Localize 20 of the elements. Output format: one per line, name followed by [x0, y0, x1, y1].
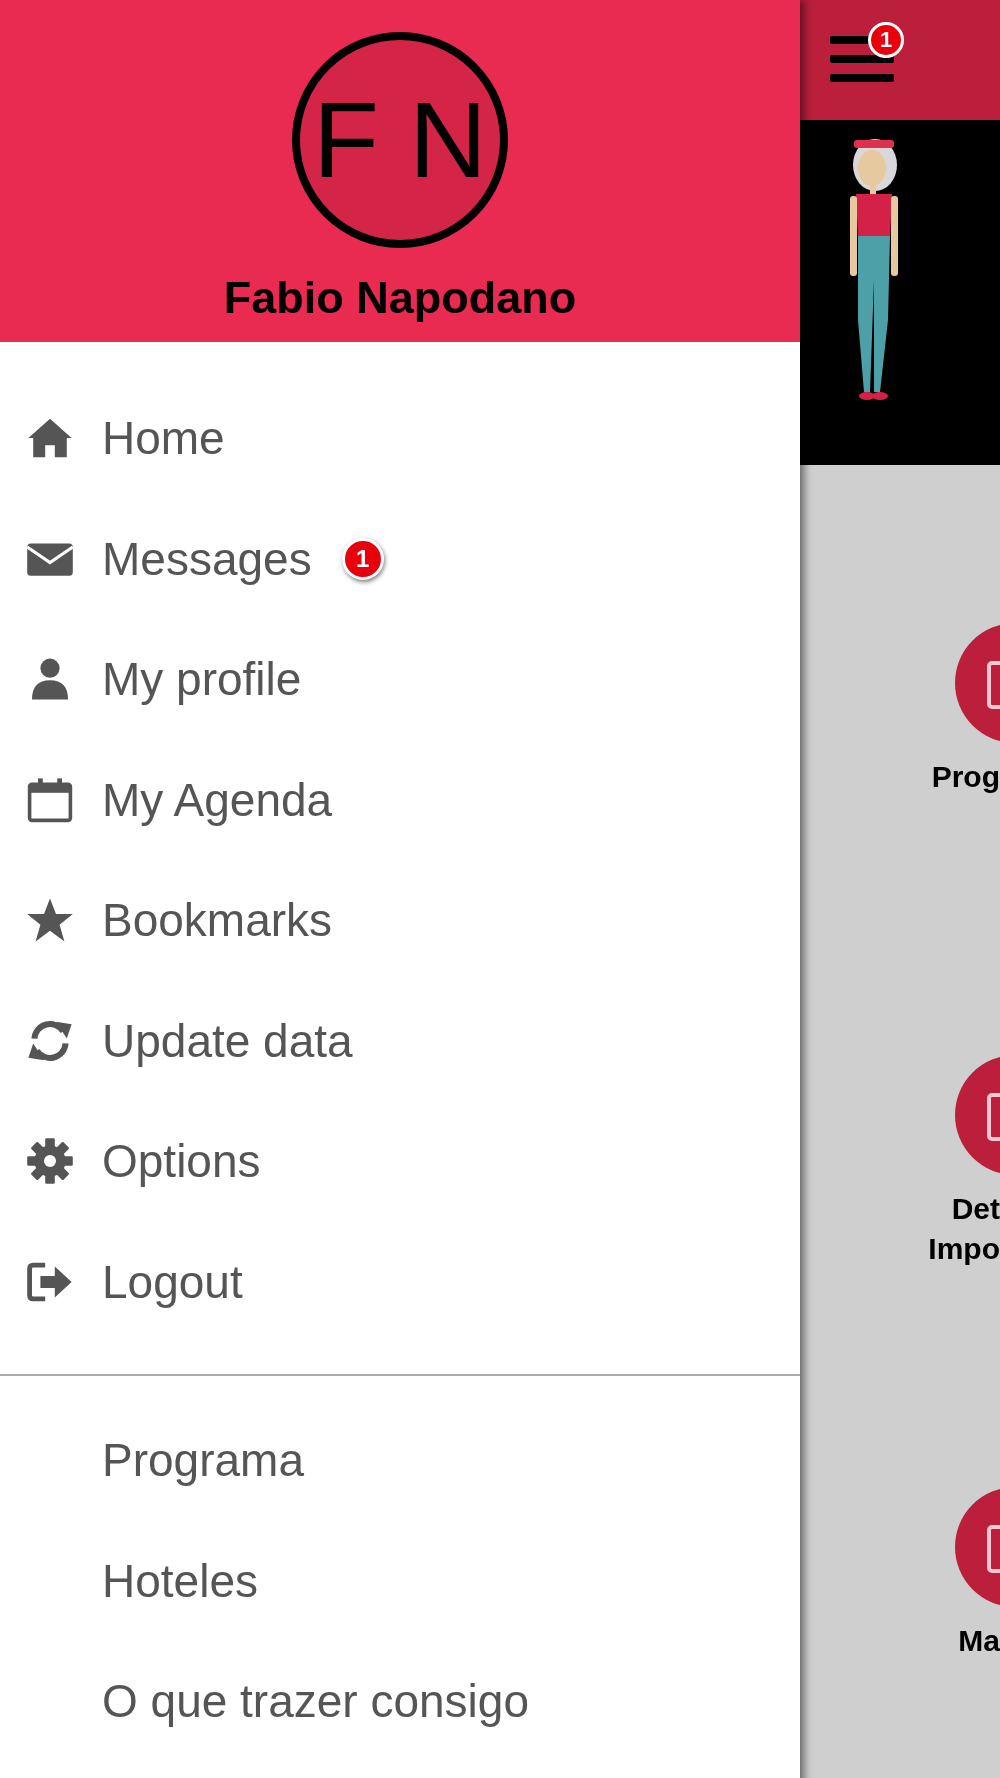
menu-link[interactable]: Hoteles: [0, 1520, 800, 1641]
category-label: Prog: [931, 759, 1000, 795]
category-label: Ma: [958, 1623, 1000, 1659]
menu-link[interactable]: O que trazer consigo: [0, 1641, 800, 1762]
menu-item[interactable]: Bookmarks: [0, 860, 800, 981]
category-label: Impo: [928, 1231, 1000, 1267]
category-label: Det: [951, 1191, 1000, 1227]
menu-link[interactable]: Programa: [0, 1400, 800, 1521]
menu-item[interactable]: Logout: [0, 1221, 800, 1342]
menu-item[interactable]: Messages 1: [0, 498, 800, 619]
calendar-icon: [26, 775, 74, 824]
gear-icon: [26, 1137, 74, 1186]
menu-item[interactable]: Update data: [0, 980, 800, 1101]
menu-item[interactable]: My profile: [0, 619, 800, 740]
menu-item[interactable]: Home: [0, 378, 800, 499]
notification-badge: 1: [868, 22, 904, 58]
menu-item[interactable]: Options: [0, 1101, 800, 1222]
avatar: F N: [292, 32, 508, 248]
menu-item[interactable]: My Agenda: [0, 739, 800, 860]
user-name: Fabio Napodano: [223, 272, 577, 324]
